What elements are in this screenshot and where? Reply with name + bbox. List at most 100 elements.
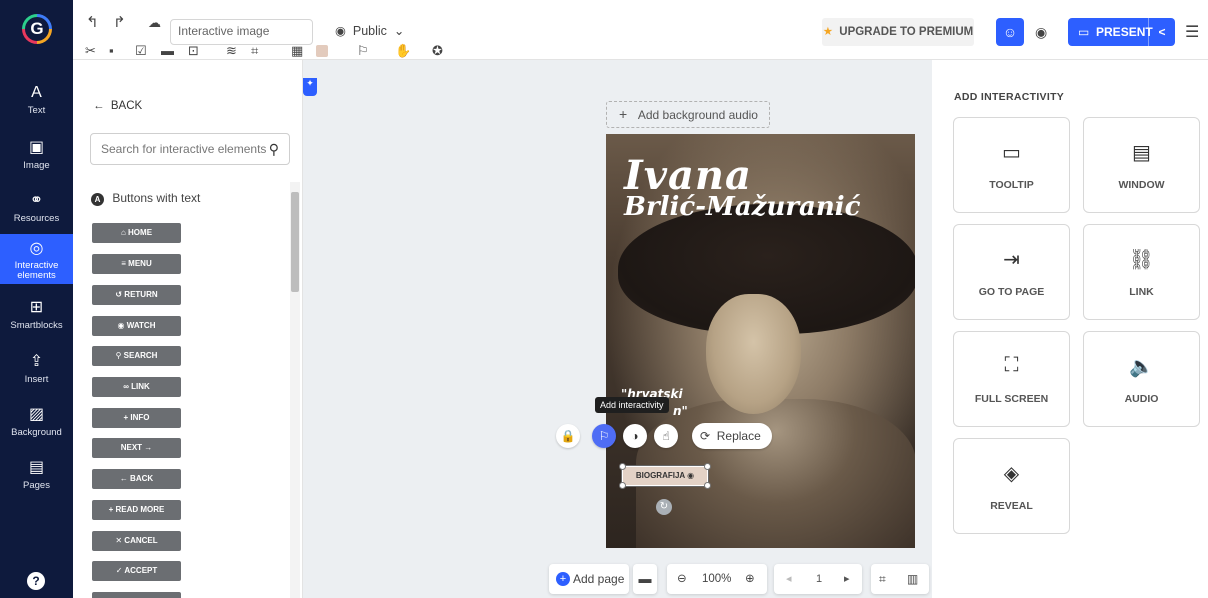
- rail-item-resources[interactable]: ⚭ Resources: [0, 192, 73, 224]
- preview-eye-icon[interactable]: ◉: [1035, 24, 1047, 41]
- back-button[interactable]: ← BACK: [92, 469, 181, 489]
- add-user-icon[interactable]: ☺: [996, 18, 1024, 46]
- cancel-button[interactable]: ✕ CANCEL: [92, 531, 181, 551]
- tooltip-card[interactable]: ▭ TOOLTIP: [953, 117, 1070, 213]
- visibility-dropdown[interactable]: ◉ Public ⌄: [335, 23, 404, 38]
- rail-item-pages[interactable]: ▤ Pages: [0, 459, 73, 491]
- animation-icon[interactable]: ✪: [432, 43, 443, 59]
- add-page-button[interactable]: + Add page: [549, 564, 629, 594]
- section-a-icon: A: [91, 193, 104, 206]
- back-label: BACK: [110, 100, 143, 112]
- delete-icon[interactable]: ▬: [161, 43, 174, 58]
- link-card[interactable]: ⛓ LINK: [1083, 224, 1200, 320]
- add-background-audio-button[interactable]: + Add background audio: [606, 101, 770, 128]
- search-button[interactable]: ⚲ SEARCH: [92, 346, 181, 366]
- resources-icon: ⚭: [29, 192, 44, 209]
- resize-handle[interactable]: [704, 482, 711, 489]
- rail-item-text[interactable]: A Text: [0, 84, 73, 116]
- biografija-button[interactable]: BIOGRAFIJA ◉: [621, 465, 709, 487]
- link-button[interactable]: ∞ LINK: [92, 377, 181, 397]
- genially-logo-icon[interactable]: [22, 14, 52, 44]
- next-page-icon[interactable]: ▸: [844, 564, 850, 594]
- present-button[interactable]: ▭ PRESENT <: [1068, 18, 1175, 46]
- share-icon[interactable]: <: [1148, 18, 1175, 46]
- rail-item-image[interactable]: ▣ Image: [0, 139, 73, 171]
- card-label: AUDIO: [1124, 393, 1159, 405]
- cloud-save-icon[interactable]: ☁: [148, 15, 161, 31]
- transparency-icon[interactable]: ▦: [291, 43, 303, 59]
- smartblocks-icon: ⊞: [29, 299, 44, 316]
- resize-handle[interactable]: [619, 482, 626, 489]
- hamburger-menu-icon[interactable]: ☰: [1185, 22, 1199, 42]
- rail-item-background[interactable]: ▨ Background: [0, 406, 73, 438]
- text-icon: A: [31, 84, 42, 101]
- present-icon: ▭: [1078, 25, 1090, 39]
- lock-icon[interactable]: 🔒: [556, 424, 580, 448]
- group-icon[interactable]: ⌗: [251, 43, 258, 59]
- portrait-face: [706, 294, 801, 414]
- resize-handle[interactable]: [704, 463, 711, 470]
- arrow-left-icon: ←: [93, 100, 105, 112]
- replace-button[interactable]: ⟳ Replace: [692, 423, 772, 449]
- rail-item-insert[interactable]: ⇪ Insert: [0, 353, 73, 385]
- resize-handle[interactable]: [619, 463, 626, 470]
- delete-page-icon[interactable]: ▬: [633, 564, 657, 594]
- window-card[interactable]: ▤ WINDOW: [1083, 117, 1200, 213]
- insert-icon: ⇪: [29, 353, 44, 370]
- next-button[interactable]: NEXT →: [92, 438, 181, 458]
- button-label: RETURN: [124, 290, 158, 299]
- info-button[interactable]: + INFO: [92, 408, 181, 428]
- animation-icon[interactable]: ◑: [623, 424, 647, 448]
- reveal-card[interactable]: ◈ REVEAL: [953, 438, 1070, 534]
- tap-icon[interactable]: ☝: [654, 424, 678, 448]
- project-title-input[interactable]: Interactive image: [170, 19, 313, 45]
- rail-item-label: Smartblocks: [10, 320, 63, 331]
- watch-button[interactable]: ◉ WATCH: [92, 316, 181, 336]
- interactivity-icon[interactable]: ⚐: [357, 43, 369, 59]
- rail-item-smartblocks[interactable]: ⊞ Smartblocks: [0, 299, 73, 331]
- full-screen-card[interactable]: ⛶ FULL SCREEN: [953, 331, 1070, 427]
- rail-item-interactive-elements[interactable]: ◎ Interactive elements: [0, 234, 73, 284]
- page-title-line2[interactable]: Brlić-Mažuranić: [624, 192, 861, 222]
- button-label: MENU: [128, 259, 152, 268]
- zoom-out-icon[interactable]: ⊖: [677, 564, 687, 594]
- add-interactivity-panel: ADD INTERACTIVITY ▭ TOOLTIP ▤ WINDOW ⇥ G…: [932, 60, 1208, 598]
- rotate-handle-icon[interactable]: ↻: [656, 499, 672, 515]
- cut-icon[interactable]: ✂: [85, 43, 96, 59]
- return-button[interactable]: ↺ RETURN: [92, 285, 181, 305]
- search-input[interactable]: Search for interactive elements ⚲: [90, 133, 290, 165]
- add-interactivity-icon[interactable]: ⚐: [592, 424, 616, 448]
- plus-icon: +: [556, 572, 570, 586]
- zoom-in-icon[interactable]: ⊕: [745, 564, 755, 594]
- bio-label: BIOGRAFIJA: [635, 471, 685, 480]
- panel-scrollbar[interactable]: [290, 182, 300, 598]
- button-label: LINK: [131, 382, 150, 391]
- help-icon[interactable]: ?: [27, 572, 45, 590]
- copy-icon[interactable]: ▪: [109, 43, 114, 58]
- prev-page-icon[interactable]: ◂: [786, 564, 792, 594]
- home-button[interactable]: ⌂ HOME: [92, 223, 181, 243]
- grid-icon[interactable]: ⌗: [879, 564, 886, 594]
- upgrade-button[interactable]: ★ UPGRADE TO PREMIUM: [822, 18, 974, 46]
- lock-icon[interactable]: ⊡: [188, 43, 199, 59]
- audio-card[interactable]: 🔈 AUDIO: [1083, 331, 1200, 427]
- back-link[interactable]: ← BACK: [93, 100, 142, 112]
- redo-icon[interactable]: ↱: [113, 13, 126, 31]
- button-label: WATCH: [126, 321, 156, 330]
- paste-icon[interactable]: ☑: [135, 43, 147, 59]
- color-swatch-icon[interactable]: [316, 45, 328, 57]
- hand-icon[interactable]: ✋: [395, 43, 411, 59]
- partial-button[interactable]: [92, 592, 181, 598]
- layers-icon[interactable]: ≋: [226, 43, 237, 59]
- go-to-page-card[interactable]: ⇥ GO TO PAGE: [953, 224, 1070, 320]
- undo-icon[interactable]: ↰: [86, 13, 99, 31]
- rail-item-label: Background: [11, 427, 62, 438]
- rail-item-label: Interactive elements: [14, 260, 59, 281]
- read-more-button[interactable]: + READ MORE: [92, 500, 181, 520]
- menu-button[interactable]: ≡ MENU: [92, 254, 181, 274]
- accept-button[interactable]: ✓ ACCEPT: [92, 561, 181, 581]
- scrollbar-thumb[interactable]: [291, 192, 299, 292]
- pin-icon[interactable]: ✦: [303, 78, 317, 96]
- split-view-icon[interactable]: ▥: [907, 564, 918, 594]
- refresh-icon: ⟳: [700, 429, 711, 443]
